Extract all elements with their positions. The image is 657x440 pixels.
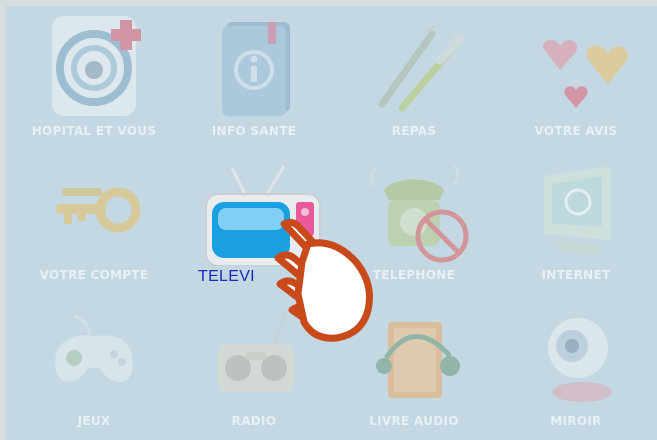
hearts-icon — [496, 12, 656, 122]
menu-item-label: VOTRE AVIS — [534, 124, 618, 138]
menu-item-label: REPAS — [391, 124, 437, 138]
menu-item-label: MIROIR — [550, 414, 602, 428]
menu-item-label: VOTRE COMPTE — [39, 268, 149, 282]
info-book-icon — [174, 12, 334, 122]
menu-item-jeux[interactable]: JEUX — [14, 302, 174, 440]
menu-item-label: HOPITAL ET VOUS — [31, 124, 157, 138]
menu-item-miroir[interactable]: MIROIR — [496, 302, 656, 440]
internet-monitor-icon — [496, 156, 656, 266]
menu-item-internet[interactable]: INTERNET — [496, 156, 656, 296]
menu-item-label: LIVRE AUDIO — [369, 414, 459, 428]
menu-item-label: INTERNET — [541, 268, 611, 282]
webcam-icon — [496, 302, 656, 412]
keys-icon — [14, 156, 174, 266]
menu-item-hopital[interactable]: HOPITAL ET VOUS — [14, 12, 174, 152]
fork-knife-icon — [334, 12, 494, 122]
menu-screen: HOPITAL ET VOUS INFO SANTE REPAS VOTRE A… — [6, 6, 657, 440]
gamepad-icon — [14, 302, 174, 412]
menu-item-repas[interactable]: REPAS — [334, 12, 494, 152]
menu-item-label: INFO SANTE — [211, 124, 297, 138]
pointing-hand-icon — [264, 214, 384, 348]
menu-item-votre-compte[interactable]: VOTRE COMPTE — [14, 156, 174, 296]
menu-item-label: JEUX — [77, 414, 111, 428]
menu-item-votre-avis[interactable]: VOTRE AVIS — [496, 12, 656, 152]
hospital-care-icon — [14, 12, 174, 122]
menu-item-info-sante[interactable]: INFO SANTE — [174, 12, 334, 152]
menu-item-label: RADIO — [231, 414, 277, 428]
